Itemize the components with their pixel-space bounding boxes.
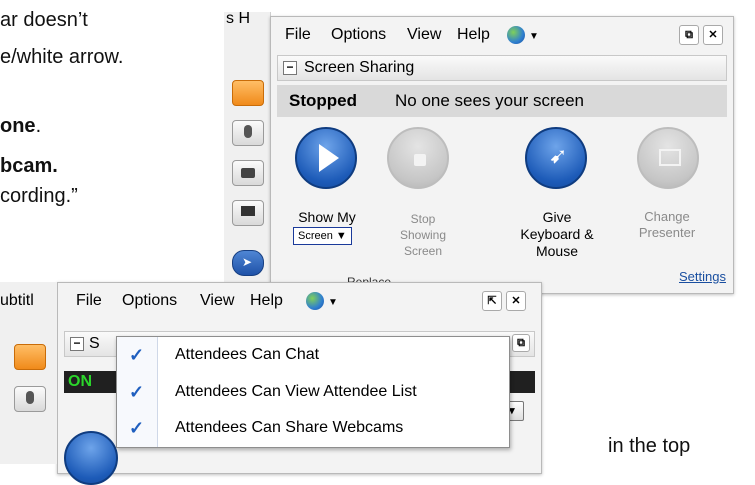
stop-showing-button <box>387 127 449 189</box>
menu-file[interactable]: File <box>285 26 311 44</box>
monitor-icon <box>241 206 255 216</box>
collapse-icon[interactable]: − <box>70 337 84 351</box>
control-strip: ➤ <box>224 12 271 284</box>
share-arrow-button[interactable] <box>232 80 264 106</box>
pointer-button[interactable]: ➤ <box>232 250 264 276</box>
stop-showing-label: Stop Showing Screen <box>399 212 447 258</box>
menu-view[interactable]: View <box>200 292 234 310</box>
menu-item-webcams[interactable]: ✓ Attendees Can Share Webcams <box>117 410 509 446</box>
chevron-down-icon: ▼ <box>529 31 539 42</box>
menu-help[interactable]: Help <box>457 26 490 44</box>
back-menubar: File Options View Help ▼ ⧉ ✕ <box>271 17 733 53</box>
section-title: Screen Sharing <box>304 59 415 76</box>
camera-icon <box>241 168 255 178</box>
screen-button[interactable] <box>232 200 264 226</box>
play-icon <box>319 144 339 172</box>
give-keyboard-label: Give Keyboard & Mouse <box>520 209 594 259</box>
popout-icon[interactable]: ⇱ <box>482 291 502 311</box>
menu-options[interactable]: Options <box>331 26 386 44</box>
front-menubar: File Options View Help ▼ ⇱ ✕ <box>58 283 541 319</box>
front-share-button[interactable] <box>64 431 118 485</box>
menu-file[interactable]: File <box>76 292 102 310</box>
microphone-button[interactable] <box>14 386 46 412</box>
webcam-button[interactable] <box>232 160 264 186</box>
status-label: Stopped <box>289 91 357 110</box>
menu-item-label: Attendees Can Share Webcams <box>175 419 404 436</box>
globe-icon[interactable] <box>306 292 324 310</box>
on-indicator: ON <box>68 373 92 390</box>
show-my-label: Show My <box>298 209 356 225</box>
settings-link[interactable]: Settings <box>679 269 726 284</box>
menu-options[interactable]: Options <box>122 292 177 310</box>
menu-help[interactable]: Help <box>250 292 283 310</box>
subtitle-fragment: ubtitl <box>0 292 34 309</box>
restore-icon[interactable]: ⧉ <box>679 25 699 45</box>
close-icon[interactable]: ✕ <box>703 25 723 45</box>
close-icon[interactable]: ✕ <box>506 291 526 311</box>
status-text: No one sees your screen <box>395 91 584 110</box>
give-keyboard-button[interactable]: ➹ <box>525 127 587 189</box>
menu-view[interactable]: View <box>407 26 441 44</box>
check-icon: ✓ <box>129 382 145 402</box>
doc-line-4: bcam. <box>0 155 58 177</box>
options-menu: ✓ Attendees Can Chat ✓ Attendees Can Vie… <box>116 336 510 448</box>
change-presenter-button <box>637 127 699 189</box>
collapse-icon[interactable]: − <box>283 61 297 75</box>
screen-select[interactable]: Screen ▼ <box>293 227 352 245</box>
doc-line-3-bold: one <box>0 115 36 137</box>
screen-sharing-window: File Options View Help ▼ ⧉ ✕ − Screen Sh… <box>270 16 734 294</box>
check-icon: ✓ <box>129 418 145 438</box>
show-my-screen-button[interactable] <box>295 127 357 189</box>
cursor-icon: ➤ <box>242 255 253 269</box>
chevron-down-icon: ▼ <box>328 297 338 308</box>
microphone-icon <box>26 391 34 404</box>
change-presenter-label: Change Presenter <box>638 209 696 240</box>
globe-icon[interactable] <box>507 26 525 44</box>
back-menu-fragment: s H <box>226 10 250 27</box>
front-section-fragment: S <box>89 335 100 352</box>
menu-item-label: Attendees Can Chat <box>175 346 320 363</box>
menu-item-label: Attendees Can View Attendee List <box>175 383 417 400</box>
microphone-icon <box>244 125 252 138</box>
presenter-icon <box>659 149 681 166</box>
share-arrow-button[interactable] <box>14 344 46 370</box>
sharing-status: Stopped No one sees your screen <box>277 85 727 117</box>
stop-icon <box>414 154 426 166</box>
doc-bottom-fragment: in the top <box>608 435 691 457</box>
cursor-icon: ➹ <box>549 143 568 168</box>
restore-icon[interactable]: ⧉ <box>512 334 530 352</box>
doc-line-5: cording.” <box>0 185 78 207</box>
check-icon: ✓ <box>129 345 145 365</box>
doc-line-3: one. <box>0 112 41 140</box>
doc-line-3-suffix: . <box>35 115 42 137</box>
front-left-strip: ubtitl <box>0 282 57 464</box>
doc-line-2: e/white arrow. <box>0 46 124 68</box>
screen-sharing-header[interactable]: − Screen Sharing <box>277 55 727 81</box>
menu-item-chat[interactable]: ✓ Attendees Can Chat <box>117 337 509 373</box>
doc-line-1: ar doesn’t <box>0 9 88 31</box>
menu-item-attendee-list[interactable]: ✓ Attendees Can View Attendee List <box>117 374 509 410</box>
microphone-button[interactable] <box>232 120 264 146</box>
